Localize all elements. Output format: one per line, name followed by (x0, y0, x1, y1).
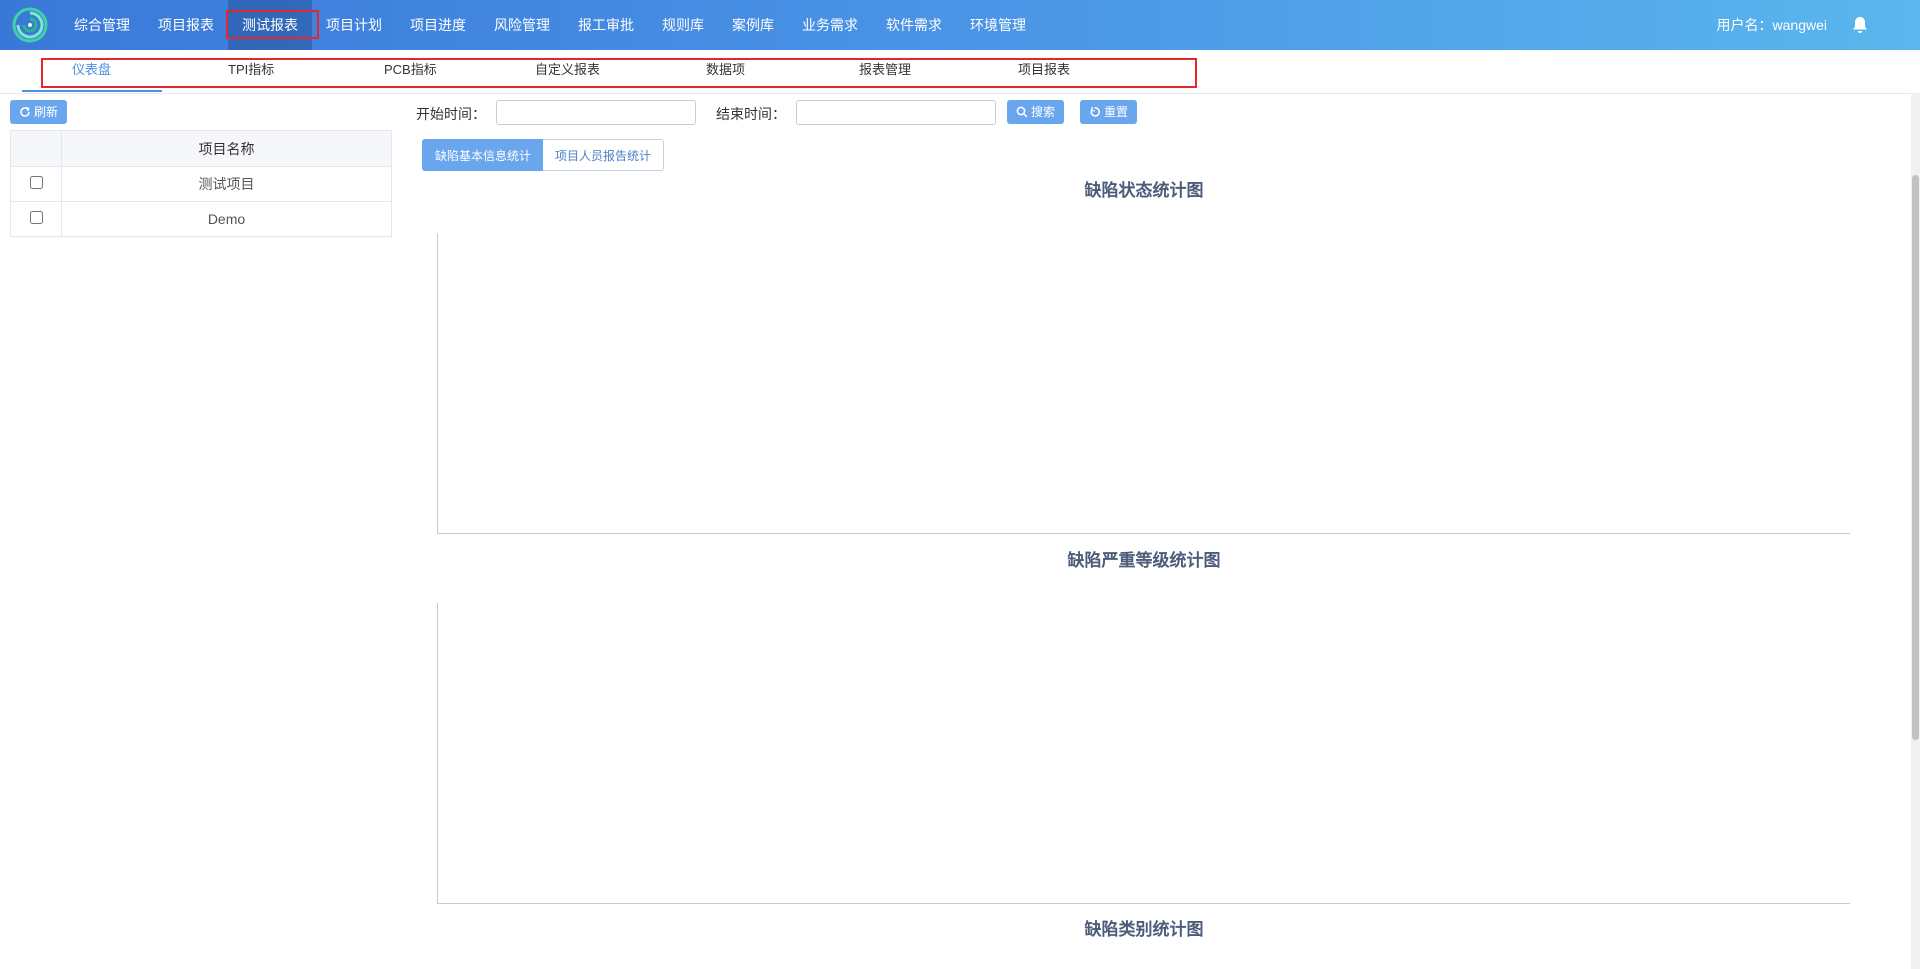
defect-category-chart-title: 缺陷类别统计图 (1084, 920, 1204, 939)
nav-item-software-requirements[interactable]: 软件需求 (872, 0, 956, 50)
nav-item-case-library[interactable]: 案例库 (718, 0, 788, 50)
page-scrollbar-thumb[interactable] (1912, 175, 1919, 740)
subnav-item-data-items[interactable]: 数据项 (706, 50, 745, 93)
nav-item-project-progress[interactable]: 项目进度 (396, 0, 480, 50)
nav-item-environment-management[interactable]: 环境管理 (956, 0, 1040, 50)
subnav-item-tpi-metrics[interactable]: TPI指标 (228, 50, 274, 93)
defect-severity-chart-area (437, 603, 1850, 904)
project-name-cell[interactable]: 测试项目 (61, 166, 392, 202)
project-table: 项目名称 测试项目 Demo (10, 130, 392, 237)
subnav-item-custom-reports[interactable]: 自定义报表 (535, 50, 600, 93)
top-header: 综合管理 项目报表 测试报表 项目计划 项目进度 风险管理 报工审批 规则库 案… (0, 0, 1920, 50)
nav-item-project-reports[interactable]: 项目报表 (144, 0, 228, 50)
reset-button-label: 重置 (1104, 105, 1129, 119)
search-icon (1016, 106, 1028, 118)
nav-item-business-requirements[interactable]: 业务需求 (788, 0, 872, 50)
subnav-item-project-reports[interactable]: 项目报表 (1018, 50, 1070, 93)
subnav-item-report-management[interactable]: 报表管理 (859, 50, 911, 93)
search-button[interactable]: 搜索 (1007, 100, 1065, 124)
sub-nav: 仪表盘 TPI指标 PCB指标 自定义报表 数据项 报表管理 项目报表 (0, 50, 1920, 94)
refresh-icon (20, 106, 30, 117)
tab-staff-report-stats[interactable]: 项目人员报告统计 (543, 139, 665, 171)
project-name-cell[interactable]: Demo (61, 201, 392, 237)
subnav-item-dashboard[interactable]: 仪表盘 (72, 50, 111, 93)
table-header-project-name: 项目名称 (61, 130, 392, 167)
table-row[interactable]: Demo (10, 201, 392, 237)
tab-defect-basic-stats[interactable]: 缺陷基本信息统计 (422, 139, 545, 171)
row-checkbox[interactable] (29, 211, 43, 224)
nav-item-general-management[interactable]: 综合管理 (60, 0, 144, 50)
row-checkbox-cell (10, 166, 62, 202)
row-checkbox-cell (10, 201, 62, 237)
end-time-input[interactable] (796, 100, 996, 125)
nav-item-project-plan[interactable]: 项目计划 (312, 0, 396, 50)
nav-item-work-approval[interactable]: 报工审批 (564, 0, 648, 50)
reset-button[interactable]: 重置 (1080, 100, 1138, 124)
end-time-label: 结束时间： (716, 106, 786, 122)
nav-item-test-reports[interactable]: 测试报表 (228, 0, 312, 50)
table-header-row: 项目名称 (10, 130, 392, 167)
main-nav: 综合管理 项目报表 测试报表 项目计划 项目进度 风险管理 报工审批 规则库 案… (60, 0, 1040, 50)
table-row[interactable]: 测试项目 (10, 166, 392, 202)
subnav-active-indicator (22, 90, 162, 92)
user-name-label[interactable]: 用户名：wangwei (1717, 0, 1827, 50)
defect-status-chart-title: 缺陷状态统计图 (1084, 181, 1204, 200)
subnav-item-pcb-metrics[interactable]: PCB指标 (384, 50, 437, 93)
refresh-button[interactable]: 刷新 (10, 100, 68, 124)
table-header-select (10, 130, 62, 167)
nav-item-risk-management[interactable]: 风险管理 (480, 0, 564, 50)
nav-item-rule-library[interactable]: 规则库 (648, 0, 718, 50)
defect-severity-chart-title: 缺陷严重等级统计图 (1067, 551, 1221, 570)
reset-icon (1090, 106, 1100, 117)
app-logo-icon (12, 7, 48, 43)
start-time-input[interactable] (496, 100, 696, 125)
search-button-label: 搜索 (1031, 105, 1056, 119)
row-checkbox[interactable] (29, 176, 43, 189)
bell-icon[interactable] (1850, 15, 1870, 35)
refresh-button-label: 刷新 (34, 105, 59, 119)
start-time-label: 开始时间： (416, 106, 486, 122)
defect-status-chart-area (437, 233, 1850, 534)
